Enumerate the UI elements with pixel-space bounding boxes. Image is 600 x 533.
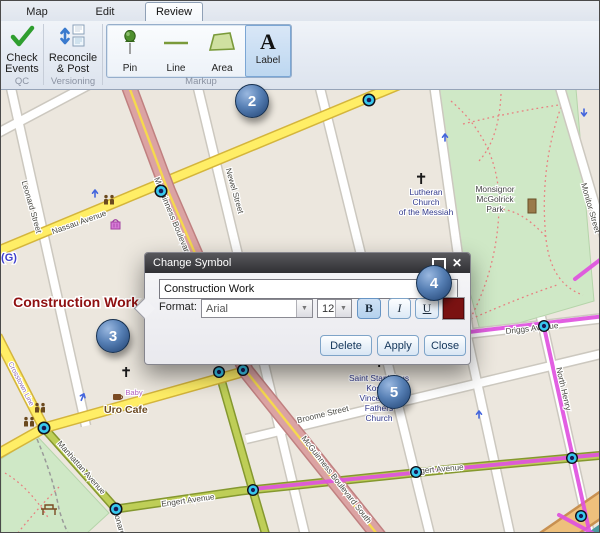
- close-icon[interactable]: ✕: [452, 253, 462, 273]
- markup-pin: [110, 503, 123, 516]
- svg-text:Monsignor: Monsignor: [475, 184, 514, 194]
- markup-panel: Pin Line Area A: [106, 24, 292, 78]
- uro-cafe-label: Uro Cafe: [104, 404, 148, 416]
- delete-button[interactable]: Delete: [320, 335, 372, 356]
- construction-work-map-label[interactable]: Construction Work: [13, 294, 139, 310]
- line-icon: [162, 30, 190, 62]
- label-tool-button[interactable]: A Label: [245, 25, 291, 77]
- apply-button[interactable]: Apply: [377, 335, 419, 356]
- area-tool-label: Area: [211, 63, 232, 74]
- color-swatch[interactable]: [443, 298, 464, 319]
- group-markup: Pin Line Area A: [103, 21, 299, 88]
- italic-button[interactable]: I: [388, 298, 411, 319]
- group-label-markup: Markup: [103, 76, 299, 87]
- check-icon: [9, 24, 35, 53]
- svg-text:McGolrick: McGolrick: [476, 194, 514, 204]
- chevron-down-icon[interactable]: ▼: [335, 300, 351, 317]
- ribbon-tabstrip: Map Edit Review: [1, 1, 599, 21]
- markup-pin: [213, 366, 225, 378]
- check-events-button[interactable]: Check Events: [0, 21, 48, 75]
- callout-badge-4: 4: [416, 265, 452, 301]
- markup-pin: [247, 484, 259, 496]
- markup-pin: [538, 320, 550, 332]
- label-tool-label: Label: [256, 55, 280, 66]
- markup-pin: [155, 185, 168, 198]
- group-label-versioning: Versioning: [44, 76, 102, 87]
- reconcile-post-button[interactable]: Reconcile & Post: [47, 21, 99, 75]
- svg-text:Park: Park: [486, 204, 504, 214]
- group-versioning: Reconcile & Post Versioning: [44, 21, 102, 88]
- line-tool-button[interactable]: Line: [154, 26, 198, 76]
- group-label-qc: QC: [1, 76, 43, 87]
- svg-text:Lutheran: Lutheran: [409, 187, 442, 197]
- markup-pin: [237, 364, 249, 376]
- ribbon: Map Edit Review Check Events QC: [1, 1, 599, 90]
- format-label: Format:: [159, 301, 197, 313]
- font-size-select[interactable]: 12 ▼: [317, 299, 352, 318]
- reconcile-icon: [58, 24, 88, 53]
- area-icon: [207, 30, 237, 62]
- chevron-down-icon[interactable]: ▼: [296, 300, 312, 317]
- tab-edit[interactable]: Edit: [77, 3, 133, 21]
- bold-button[interactable]: B: [357, 298, 381, 319]
- callout-badge-3: 3: [96, 319, 130, 353]
- pin-tool-button[interactable]: Pin: [108, 26, 152, 76]
- svg-text:of the Messiah: of the Messiah: [399, 207, 454, 217]
- callout-badge-5: 5: [377, 375, 411, 409]
- markup-pin: [363, 94, 376, 107]
- baby-poi-label: Baby: [125, 388, 143, 397]
- reconcile-post-label: Reconcile & Post: [47, 53, 99, 75]
- subway-station-label: (G): [1, 252, 17, 264]
- underline-button[interactable]: U: [415, 298, 439, 319]
- tab-review[interactable]: Review: [145, 2, 203, 21]
- callout-badge-2: 2: [235, 84, 269, 118]
- check-events-label: Check Events: [0, 53, 48, 75]
- font-family-value: Arial: [202, 303, 296, 315]
- symbol-text-input[interactable]: [159, 279, 458, 299]
- tab-map[interactable]: Map: [9, 3, 65, 21]
- ribbon-body: Check Events QC Re: [1, 21, 599, 88]
- line-tool-label: Line: [167, 63, 186, 74]
- monument-icon: [528, 199, 536, 213]
- application-window: Map Edit Review Check Events QC: [0, 0, 600, 533]
- group-qc: Check Events QC: [1, 21, 43, 88]
- pin-tool-label: Pin: [123, 63, 137, 74]
- svg-text:Church: Church: [413, 197, 440, 207]
- markup-pin: [575, 510, 587, 522]
- label-icon: A: [260, 30, 276, 54]
- area-tool-button[interactable]: Area: [200, 26, 244, 76]
- font-family-select[interactable]: Arial ▼: [201, 299, 313, 318]
- pin-icon: [117, 30, 143, 62]
- markup-pin: [566, 452, 578, 464]
- markup-pin: [38, 422, 51, 435]
- svg-text:Church: Church: [366, 413, 393, 423]
- font-size-value: 12: [318, 303, 335, 315]
- close-button[interactable]: Close: [424, 335, 466, 356]
- markup-pin: [410, 466, 422, 478]
- dialog-title: Change Symbol: [153, 253, 231, 273]
